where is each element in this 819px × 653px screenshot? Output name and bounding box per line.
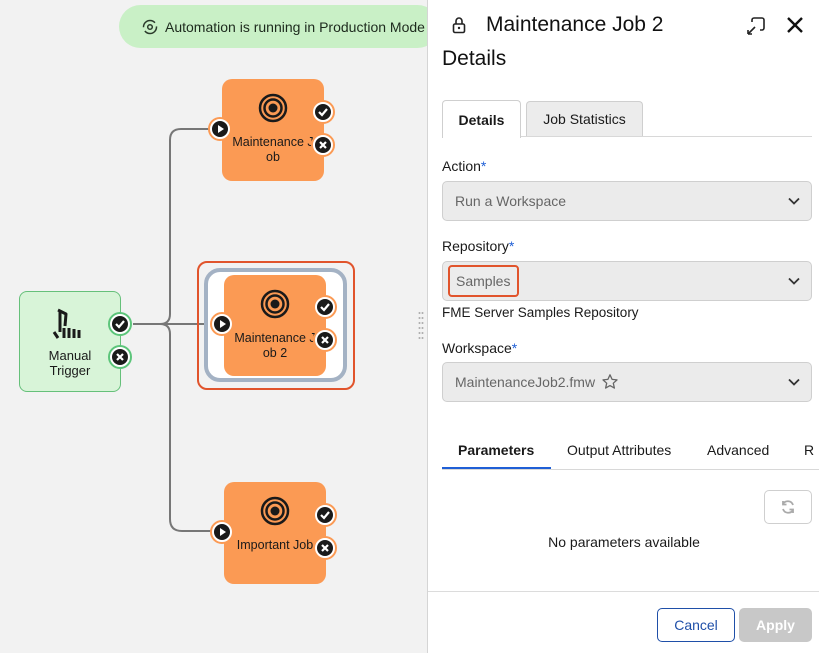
x-circle-icon [112,349,128,365]
banner-text: Automation is running in Production Mode [165,18,425,35]
trigger-success-port[interactable] [108,312,132,336]
job-node-maintenance-job-2[interactable]: Maintenance Job 2 [224,275,326,376]
star-icon[interactable] [601,373,619,391]
close-icon[interactable] [785,15,805,35]
section-title: Details [442,47,507,70]
lock-icon[interactable] [452,16,466,34]
job-node-important-job[interactable]: Important Job [224,482,326,584]
refresh-icon [782,500,794,514]
parameter-tabs: Parameters Output Attributes Advanced R [442,433,819,470]
target-icon [258,93,288,123]
action-label-text: Action [442,158,481,174]
x-circle-icon [317,332,333,348]
x-circle-icon [317,540,333,556]
job-failure-port[interactable] [313,328,337,352]
tab-job-statistics[interactable]: Job Statistics [526,101,643,136]
workspace-value: MaintenanceJob2.fmw [455,374,596,390]
required-marker: * [480,158,487,174]
repository-value-highlight: Samples [448,265,519,297]
job-success-port[interactable] [313,295,337,319]
popout-icon[interactable] [746,16,766,36]
chevron-down-icon [788,378,800,386]
chevron-down-icon [788,277,800,285]
refresh-cog-icon [142,19,158,34]
check-circle-icon [317,299,333,315]
apply-button[interactable]: Apply [739,608,812,642]
details-panel: Maintenance Job 2 Details Details Job St… [427,0,819,653]
action-select[interactable]: Run a Workspace [442,181,812,221]
target-icon [260,289,290,319]
repository-label: Repository* [442,238,514,254]
trigger-label-line2: Trigger [49,363,91,378]
job-success-port[interactable] [311,100,335,124]
workspace-select[interactable]: MaintenanceJob2.fmw [442,362,812,402]
active-tab-indicator [442,467,551,469]
job-label: Maintenance Job [232,135,314,164]
check-circle-icon [112,316,128,332]
hand-pointer-icon [52,308,81,339]
repository-value: Samples [456,273,511,289]
empty-parameters-message: No parameters available [548,534,700,550]
manual-trigger-node[interactable]: Manual Trigger [19,291,121,392]
check-circle-icon [317,507,333,523]
job-success-port[interactable] [313,503,337,527]
resize-handle-icon[interactable] [418,310,424,340]
required-marker: * [508,238,515,254]
workflow-canvas[interactable]: Automation is running in Production Mode… [0,0,427,653]
repository-description: FME Server Samples Repository [442,305,639,320]
trigger-label: Manual Trigger [20,348,120,378]
job-failure-port[interactable] [313,536,337,560]
production-mode-banner: Automation is running in Production Mode [119,5,427,48]
trigger-failure-port[interactable] [108,345,132,369]
target-icon [260,496,290,526]
workspace-label: Workspace* [442,340,517,356]
trigger-label-line1: Manual [48,348,92,363]
job-failure-port[interactable] [311,133,335,157]
play-circle-icon [212,121,228,137]
repository-label-text: Repository [442,238,509,254]
job-input-port[interactable] [208,117,232,141]
tab-truncated[interactable]: R [804,442,814,458]
job-input-port[interactable] [210,520,234,544]
check-circle-icon [315,104,331,120]
chevron-down-icon [788,197,800,205]
panel-title: Maintenance Job 2 [486,13,664,36]
action-value: Run a Workspace [455,193,567,209]
x-circle-icon [315,137,331,153]
job-label: Maintenance Job 2 [234,331,316,360]
play-circle-icon [214,524,230,540]
workspace-label-text: Workspace [442,340,512,356]
cancel-button[interactable]: Cancel [657,608,735,642]
tab-advanced[interactable]: Advanced [707,442,769,458]
refresh-button[interactable] [764,490,812,524]
required-marker: * [511,340,518,356]
job-node-maintenance-job[interactable]: Maintenance Job [222,79,324,181]
job-label: Important Job [236,538,314,552]
action-label: Action* [442,158,486,174]
repository-select[interactable]: Samples [442,261,812,301]
footer-divider [428,591,819,592]
tab-details[interactable]: Details [442,100,521,138]
play-circle-icon [214,316,230,332]
panel-tabs: Details Job Statistics [442,100,812,138]
tab-parameters[interactable]: Parameters [458,442,534,458]
tab-output-attributes[interactable]: Output Attributes [567,442,671,458]
job-input-port[interactable] [210,312,234,336]
